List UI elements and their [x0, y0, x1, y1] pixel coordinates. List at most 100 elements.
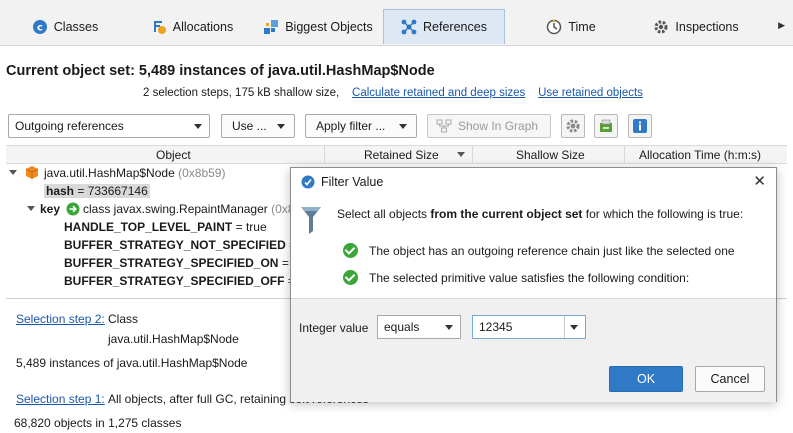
biggest-objects-icon: [263, 19, 279, 35]
settings-button[interactable]: [561, 114, 585, 138]
tree-row-field[interactable]: BUFFER_STRATEGY_NOT_SPECIFIED = 0: [64, 236, 306, 254]
show-in-graph-label: Show In Graph: [458, 119, 539, 133]
cancel-button[interactable]: Cancel: [695, 366, 765, 392]
node-class-name: java.util.HashMap$Node: [44, 166, 175, 180]
dialog-title-bar[interactable]: Filter Value ✕: [291, 168, 776, 196]
ok-button[interactable]: OK: [609, 366, 683, 392]
operator-select[interactable]: equals: [377, 315, 461, 339]
node-object-id: (0x8b59): [178, 166, 226, 180]
chevron-down-icon: [277, 124, 285, 129]
check-icon: [343, 243, 358, 258]
selection-step-1-link[interactable]: Selection step 1:: [16, 392, 105, 406]
condition-editor: Integer value equals 12345 OK Cancel: [291, 298, 776, 402]
export-button[interactable]: [594, 114, 618, 138]
table-header: Object Retained Size Shallow Size Alloca…: [6, 145, 787, 164]
export-icon: [598, 118, 614, 137]
intro-text: Select all objects: [337, 207, 431, 221]
column-divider: [324, 146, 325, 164]
value-text: 12345: [479, 320, 513, 334]
tab-label: Time: [568, 19, 596, 34]
view-tab-bar: c Classes Allocations Biggest Objects Re…: [0, 0, 793, 46]
tree-row-field[interactable]: BUFFER_STRATEGY_SPECIFIED_OFF = 2: [64, 272, 305, 290]
column-divider: [472, 146, 473, 164]
apply-filter-button[interactable]: Apply filter ...: [305, 114, 417, 138]
field-value: = true: [232, 220, 267, 234]
summary-text: 2 selection steps, 175 kB shallow size,: [143, 87, 340, 99]
chevron-down-icon[interactable]: [9, 170, 17, 175]
tree-row-field[interactable]: HANDLE_TOP_LEVEL_PAINT = true: [64, 218, 267, 236]
field-name: key: [40, 202, 61, 216]
show-in-graph-button[interactable]: Show In Graph: [427, 114, 551, 138]
field-name: BUFFER_STRATEGY_SPECIFIED_ON: [64, 256, 279, 270]
use-retained-objects-link[interactable]: Use retained objects: [538, 87, 643, 99]
time-icon: [546, 19, 562, 35]
selection-step-2-count: 5,489 instances of java.util.HashMap$Nod…: [16, 356, 248, 370]
field-name: HANDLE_TOP_LEVEL_PAINT: [64, 220, 233, 234]
app-logo-icon: [301, 175, 315, 192]
tree-row-hash[interactable]: hash = 733667146: [44, 182, 150, 200]
object-cube-icon: [25, 165, 39, 185]
dialog-description: Select all objects from the current obje…: [291, 196, 776, 298]
inspections-icon: [653, 19, 669, 35]
selected-field: hash = 733667146: [44, 184, 150, 198]
filter-funnel-icon: [300, 205, 322, 238]
selection-step-1-count: 68,820 objects in 1,275 classes: [14, 416, 182, 430]
key-class-name: class javax.swing.RepaintManager: [83, 202, 268, 216]
classes-icon: c: [32, 19, 48, 35]
tab-classes[interactable]: c Classes: [30, 9, 100, 44]
operator-value: equals: [384, 320, 420, 334]
tab-label: Inspections: [675, 19, 739, 34]
key-class-label: class javax.swing.RepaintManager (0x8c: [83, 200, 300, 218]
column-divider: [624, 146, 625, 164]
svg-text:c: c: [37, 22, 43, 33]
dialog-title: Filter Value: [321, 175, 384, 189]
use-button-label: Use ...: [232, 119, 267, 133]
tab-biggest-objects[interactable]: Biggest Objects: [262, 9, 374, 44]
value-combo-input[interactable]: 12345: [472, 315, 586, 339]
field-name: hash: [46, 184, 75, 198]
view-mode-dropdown[interactable]: Outgoing references: [8, 114, 210, 138]
chevron-down-icon[interactable]: [27, 206, 35, 211]
references-icon: [401, 19, 417, 35]
tab-label: Biggest Objects: [285, 19, 373, 34]
info-icon: [632, 118, 648, 137]
tree-row-field[interactable]: BUFFER_STRATEGY_SPECIFIED_ON = 1: [64, 254, 299, 272]
filter-value-dialog: Filter Value ✕ Select all objects from t…: [290, 167, 777, 402]
chevron-down-icon: [194, 124, 202, 129]
view-mode-value: Outgoing references: [15, 119, 124, 133]
column-object[interactable]: Object: [156, 148, 191, 162]
apply-filter-label: Apply filter ...: [316, 119, 386, 133]
allocations-icon: [151, 19, 167, 35]
gear-icon: [565, 118, 581, 137]
dialog-intro: Select all objects from the current obje…: [337, 207, 743, 221]
tree-node-label: java.util.HashMap$Node (0x8b59): [44, 164, 225, 182]
use-button[interactable]: Use ...: [221, 114, 295, 138]
selection-step-2-class: java.util.HashMap$Node: [108, 332, 239, 346]
sort-descending-icon: [457, 152, 465, 157]
tab-label: Allocations: [172, 19, 234, 34]
object-set-summary: 2 selection steps, 175 kB shallow size, …: [143, 87, 643, 99]
info-button[interactable]: [628, 114, 652, 138]
graph-icon: [436, 119, 452, 133]
intro-bold-text: from the current object set: [430, 207, 583, 221]
combo-divider: [564, 316, 565, 338]
close-icon[interactable]: ✕: [753, 174, 766, 189]
condition-reference-chain: The object has an outgoing reference cha…: [369, 244, 735, 258]
tab-references[interactable]: References: [383, 9, 505, 44]
field-name: BUFFER_STRATEGY_NOT_SPECIFIED: [64, 238, 286, 252]
tab-allocations[interactable]: Allocations: [147, 9, 237, 44]
page-title: Current object set: 5,489 instances of j…: [6, 63, 435, 79]
calculate-retained-link[interactable]: Calculate retained and deep sizes: [352, 87, 525, 99]
chevron-down-icon: [399, 124, 407, 129]
selection-step-2-link[interactable]: Selection step 2:: [16, 312, 105, 326]
selection-step-2-kind: Class: [108, 312, 139, 326]
column-shallow-size[interactable]: Shallow Size: [516, 148, 585, 162]
check-icon: [343, 270, 358, 285]
integer-value-label: Integer value: [299, 321, 369, 335]
column-retained-size[interactable]: Retained Size: [364, 148, 439, 162]
more-tabs-arrow-icon[interactable]: ▶: [778, 20, 785, 31]
column-allocation-time[interactable]: Allocation Time (h:m:s): [639, 148, 761, 162]
tab-time[interactable]: Time: [545, 9, 597, 44]
chevron-down-icon[interactable]: [570, 325, 578, 330]
tab-inspections[interactable]: Inspections: [653, 9, 739, 44]
